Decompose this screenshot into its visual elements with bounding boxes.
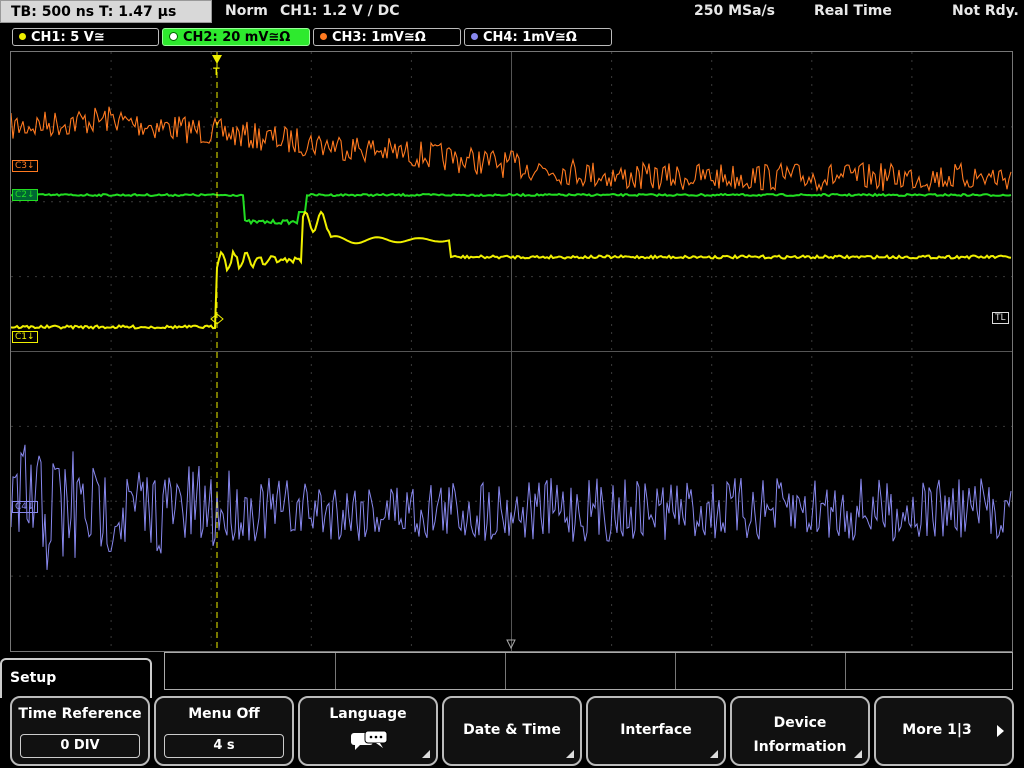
- date-time-button[interactable]: Date & Time: [442, 696, 582, 766]
- channel-4-label: CH4: 1mV≅Ω: [483, 30, 577, 45]
- channel-2-label: CH2: 20 mV≅Ω: [183, 30, 291, 45]
- trigger-readout[interactable]: CH1: 1.2 V ∕ DC: [280, 0, 399, 23]
- timebase-readout[interactable]: TB: 500 ns T: 1.47 µs: [0, 0, 212, 23]
- menu-off-value: 4 s: [164, 734, 284, 758]
- info-cell: [675, 653, 846, 689]
- info-strip: [164, 652, 1013, 690]
- channel-3-dot-icon: [320, 33, 327, 40]
- trigger-level-marker[interactable]: TL: [992, 312, 1009, 324]
- sample-rate: 250 MSa/s: [694, 3, 776, 19]
- channel-1-dot-icon: [19, 33, 26, 40]
- menu-off-label: Menu Off: [188, 706, 260, 722]
- trigger-marker-label: T: [213, 66, 220, 78]
- channel-1-offset-marker[interactable]: C1↓: [12, 331, 38, 343]
- date-time-label: Date & Time: [463, 722, 561, 738]
- acquisition-state: Not Rdy.: [952, 3, 1019, 19]
- channel-2-button[interactable]: CH2: 20 mV≅Ω: [162, 28, 310, 46]
- submenu-indicator-icon: [422, 750, 430, 758]
- trigger-position-icon[interactable]: [212, 55, 222, 64]
- time-reference-button[interactable]: Time Reference 0 DIV: [10, 696, 150, 766]
- info-cell: [505, 653, 676, 689]
- channel-2-offset-marker[interactable]: C2↓: [12, 189, 38, 201]
- status-bar: TB: 500 ns T: 1.47 µs Norm CH1: 1.2 V ∕ …: [0, 0, 1024, 25]
- channel-4-button[interactable]: CH4: 1mV≅Ω: [464, 28, 612, 46]
- time-reference-label: Time Reference: [18, 706, 142, 722]
- device-information-label: Device Information: [753, 715, 847, 755]
- channel-3-offset-marker[interactable]: C3↓: [12, 160, 38, 172]
- more-label: More 1|3: [902, 722, 972, 738]
- info-cell: [335, 653, 506, 689]
- acquisition-mode: Real Time: [814, 3, 892, 19]
- next-page-icon: [997, 725, 1004, 737]
- channel-2-dot-icon: [169, 32, 178, 41]
- channel-4-dot-icon: [471, 33, 478, 40]
- menu-off-button[interactable]: Menu Off 4 s: [154, 696, 294, 766]
- channel-4-offset-marker[interactable]: C4↓: [12, 501, 38, 513]
- trigger-mode[interactable]: Norm: [225, 0, 268, 23]
- graticule: [11, 52, 1012, 651]
- device-information-button[interactable]: Device Information: [730, 696, 870, 766]
- info-cell: [165, 653, 336, 689]
- more-button[interactable]: More 1|3: [874, 696, 1014, 766]
- interface-button[interactable]: Interface: [586, 696, 726, 766]
- channel-1-label: CH1: 5 V≅: [31, 30, 105, 45]
- language-button[interactable]: Language: [298, 696, 438, 766]
- channel-1-button[interactable]: CH1: 5 V≅: [12, 28, 159, 46]
- submenu-indicator-icon: [566, 750, 574, 758]
- submenu-indicator-icon: [710, 750, 718, 758]
- submenu-indicator-icon: [854, 750, 862, 758]
- channel-3-button[interactable]: CH3: 1mV≅Ω: [313, 28, 461, 46]
- waveform-plot[interactable]: T: [11, 52, 1012, 651]
- menu-title: Setup: [0, 658, 152, 698]
- speech-bubble-icon: [351, 730, 388, 750]
- channel-bar: CH1: 5 V≅ CH2: 20 mV≅Ω CH3: 1mV≅Ω CH4: 1…: [0, 27, 1024, 49]
- language-label: Language: [329, 706, 407, 722]
- time-reference-value: 0 DIV: [20, 734, 140, 758]
- interface-label: Interface: [620, 722, 692, 738]
- channel-3-label: CH3: 1mV≅Ω: [332, 30, 426, 45]
